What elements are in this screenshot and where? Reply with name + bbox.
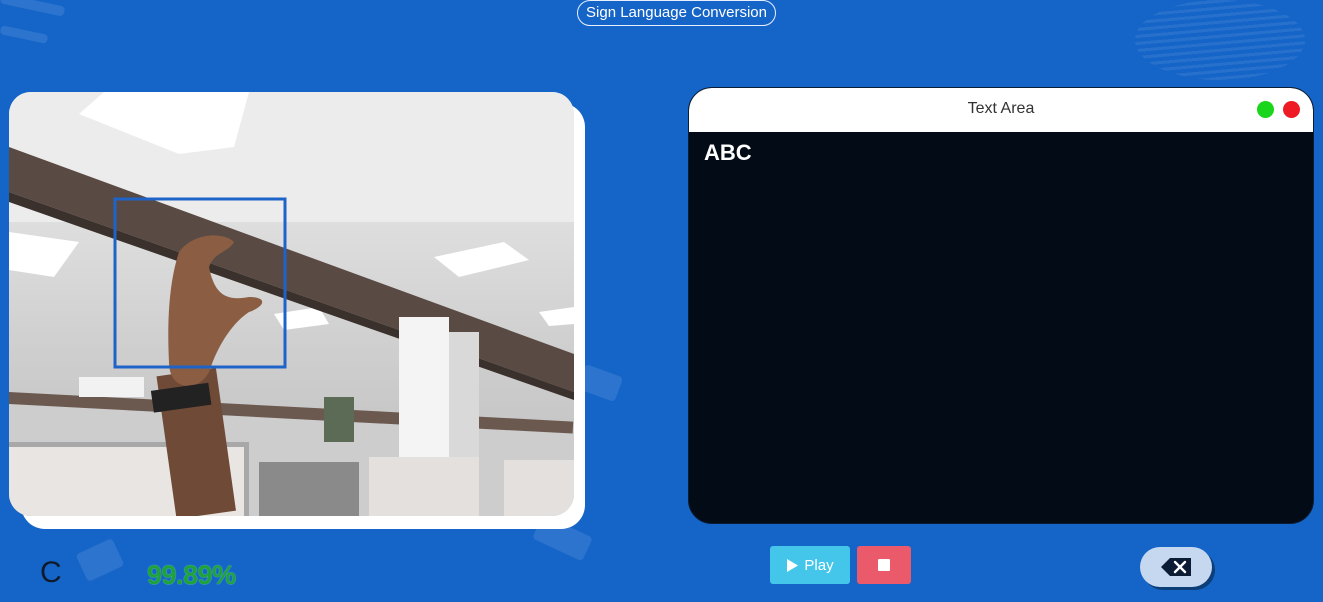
page-title: Sign Language Conversion (577, 0, 776, 26)
maximize-button[interactable] (1257, 101, 1274, 118)
background-decoration (0, 0, 66, 17)
play-button-label: Play (804, 556, 834, 574)
camera-feed-image (9, 92, 574, 516)
play-button[interactable]: Play (770, 546, 850, 584)
converted-text[interactable]: ABC (704, 140, 752, 166)
play-icon (787, 558, 799, 572)
camera-feed (9, 92, 574, 516)
text-area-window: Text Area ABC (688, 87, 1314, 524)
background-decoration (75, 537, 125, 583)
backspace-button[interactable] (1140, 547, 1212, 587)
text-area-header: Text Area (689, 88, 1313, 132)
stop-icon (878, 559, 890, 571)
background-decoration (1135, 0, 1305, 80)
stop-button[interactable] (857, 546, 911, 584)
predicted-letter: C (40, 556, 62, 589)
backspace-icon (1161, 558, 1191, 576)
background-decoration (0, 25, 49, 44)
text-area-title: Text Area (967, 100, 1035, 117)
prediction-accuracy: 99.89% (147, 560, 236, 590)
close-button[interactable] (1283, 101, 1300, 118)
